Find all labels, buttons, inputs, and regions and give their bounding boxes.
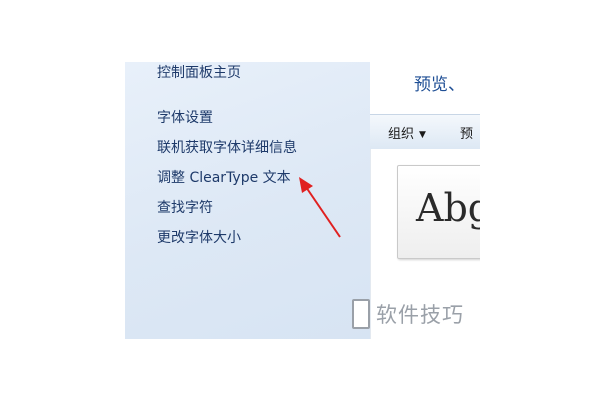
annotation-arrow-shaft — [305, 186, 341, 238]
annotation-arrow — [299, 177, 341, 238]
watermark-logo-icon — [352, 299, 370, 329]
watermark-text: 软件技巧 — [376, 303, 464, 327]
annotation-arrow-head — [299, 177, 313, 193]
watermark: 软件技巧 — [352, 292, 464, 336]
